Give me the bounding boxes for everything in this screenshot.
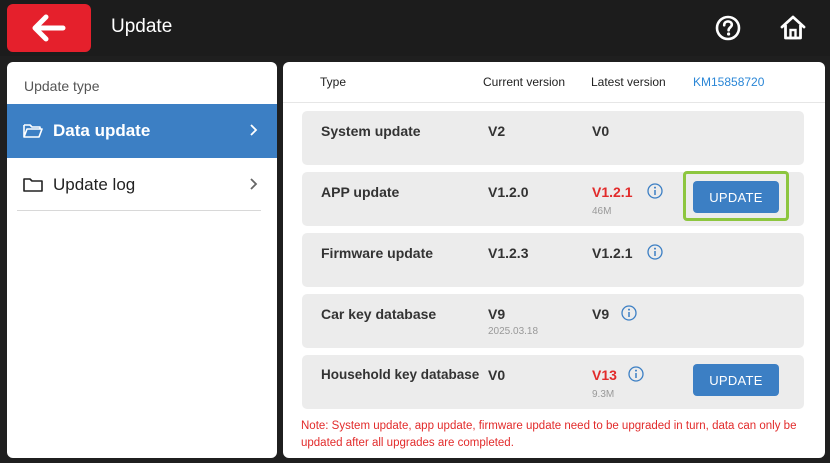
update-type-panel: Update type Data update Update log [7, 62, 277, 458]
sidebar-item-label: Update log [53, 175, 136, 194]
row-name: Household key database [321, 367, 480, 382]
download-size: 46M [592, 206, 612, 217]
chevron-right-icon [250, 178, 258, 190]
info-circle-icon[interactable] [647, 183, 663, 199]
latest-version: V9 [592, 306, 610, 322]
current-version: V1.2.3 [488, 245, 529, 261]
top-bar: Update [0, 0, 830, 56]
household-key-update-button[interactable]: UPDATE [693, 364, 779, 396]
info-circle-icon[interactable] [628, 366, 644, 382]
table-row-firmware-update: Firmware update V1.2.3 V1.2.1 [302, 233, 804, 287]
current-version: V0 [488, 367, 506, 383]
device-serial: KM15858720 [693, 75, 765, 89]
row-name: Firmware update [321, 245, 434, 261]
latest-version: V1.2.1 [592, 245, 633, 261]
column-header-type: Type [320, 75, 347, 89]
current-version: V9 [488, 306, 506, 322]
info-circle-icon[interactable] [621, 305, 637, 321]
table-row-car-key-database: Car key database V9 2025.03.18 V9 [302, 294, 804, 348]
upgrade-order-note: Note: System update, app update, firmwar… [301, 420, 797, 449]
sidebar-item-update-log[interactable]: Update log [7, 158, 277, 212]
table-row-household-key-database: Household key database V0 V13 9.3M UPDAT… [302, 355, 804, 409]
question-circle-icon[interactable] [715, 15, 741, 41]
arrow-left-icon [32, 14, 66, 42]
app-update-button[interactable]: UPDATE [693, 181, 779, 213]
folder-icon [23, 178, 43, 192]
folder-open-icon [23, 124, 43, 138]
latest-version: V1.2.1 [592, 184, 633, 200]
row-name: System update [321, 123, 421, 139]
latest-version: V0 [592, 123, 610, 139]
divider [283, 102, 825, 103]
row-name: APP update [321, 184, 400, 200]
download-size: 9.3M [592, 389, 615, 400]
table-row-system-update: System update V2 V0 [302, 111, 804, 165]
page-title: Update [111, 16, 173, 37]
release-date: 2025.03.18 [488, 326, 539, 337]
chevron-right-icon [250, 124, 258, 136]
panel-heading: Update type [24, 78, 100, 94]
home-icon[interactable] [779, 13, 807, 41]
column-header-current: Current version [483, 75, 566, 89]
current-version: V2 [488, 123, 506, 139]
update-list-panel: Type Current version Latest version KM15… [283, 62, 825, 458]
back-button[interactable] [7, 4, 91, 52]
current-version: V1.2.0 [488, 184, 529, 200]
divider [17, 210, 261, 211]
latest-version: V13 [592, 367, 617, 383]
info-circle-icon[interactable] [647, 244, 663, 260]
sidebar-item-data-update[interactable]: Data update [7, 104, 277, 158]
column-header-latest: Latest version [591, 75, 666, 89]
row-name: Car key database [321, 306, 437, 322]
table-row-app-update: APP update V1.2.0 V1.2.1 46M UPDATE [302, 171, 804, 226]
sidebar-item-label: Data update [53, 121, 151, 140]
